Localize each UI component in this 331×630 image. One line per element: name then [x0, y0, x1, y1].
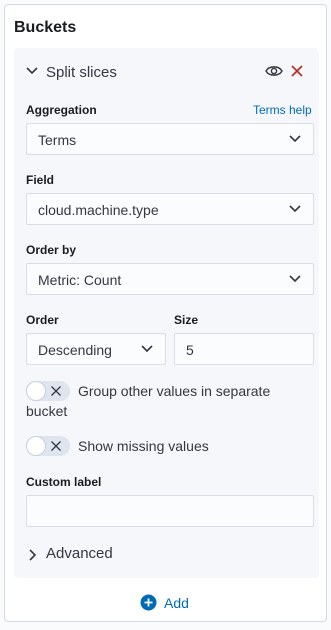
chevron-down-icon: [289, 205, 301, 213]
order-by-label: Order by: [26, 243, 77, 257]
bucket-header[interactable]: Split slices: [14, 48, 319, 92]
size-input[interactable]: 5: [174, 333, 314, 365]
order-label: Order: [26, 313, 59, 327]
size-label: Size: [174, 313, 199, 327]
show-missing-toggle[interactable]: [26, 436, 70, 456]
field-select[interactable]: cloud.machine.type: [26, 193, 314, 225]
aggregation-label: Aggregation: [26, 103, 97, 117]
buckets-panel: Buckets Split slices Aggregation Terms h…: [4, 4, 327, 622]
terms-help-link[interactable]: Terms help: [253, 103, 312, 117]
bucket-header-label: Split slices: [46, 64, 117, 81]
order-select[interactable]: Descending: [26, 333, 166, 365]
add-button-label: Add: [164, 595, 189, 611]
group-other-label: Group other values in separate bucket: [26, 383, 271, 419]
order-by-select[interactable]: Metric: Count: [26, 263, 314, 295]
toggle-knob: [26, 436, 46, 456]
close-icon[interactable]: [291, 65, 303, 77]
advanced-toggle[interactable]: Advanced: [46, 545, 113, 562]
custom-label-input[interactable]: [26, 495, 314, 527]
chevron-right-icon[interactable]: [28, 548, 38, 562]
field-label: Field: [26, 173, 55, 187]
plus-circle-icon: [140, 594, 157, 611]
chevron-down-icon: [141, 345, 153, 353]
chevron-down-icon: [289, 135, 301, 143]
cross-icon: [51, 441, 61, 451]
chevron-down-icon: [289, 275, 301, 283]
bucket-split-slices: Split slices Aggregation Terms help Term…: [14, 48, 319, 578]
show-missing-label: Show missing values: [78, 438, 209, 454]
custom-label-label: Custom label: [26, 475, 102, 489]
eye-icon[interactable]: [265, 64, 283, 78]
chevron-down-icon[interactable]: [25, 66, 39, 76]
aggregation-select[interactable]: Terms: [26, 123, 314, 155]
section-title: Buckets: [14, 19, 77, 36]
